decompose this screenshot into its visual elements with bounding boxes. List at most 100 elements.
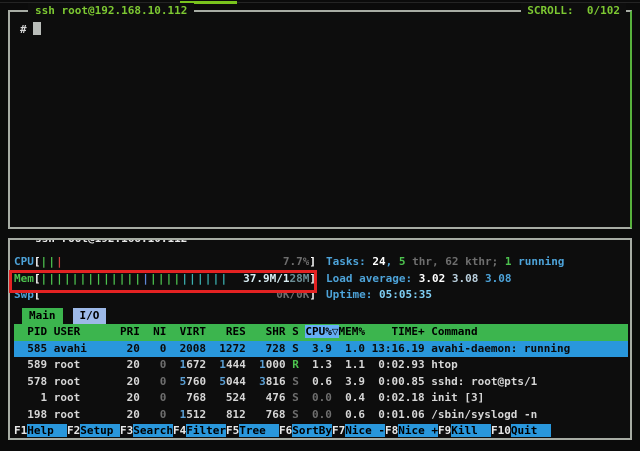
fkey-tree[interactable]: F5Tree: [226, 423, 279, 440]
fkey-number: F8: [385, 424, 398, 437]
fkey-kill[interactable]: F9Kill: [438, 423, 491, 440]
text-segment: 3.08: [445, 272, 478, 285]
text-segment: CPU%▽: [305, 325, 338, 338]
text-segment: MEM% TIME+ Command: [339, 325, 478, 338]
meter-close-bracket: ]: [309, 287, 316, 304]
text-segment: 0.0: [312, 408, 332, 421]
function-key-bar: F1Help F2Setup F3SearchF4FilterF5Tree F6…: [14, 423, 628, 440]
text-segment: 0: [146, 375, 166, 388]
process-row[interactable]: 198 root 20 0 1512 812 768 S 0.0 0.6 0:0…: [14, 407, 628, 424]
text-segment: PID USER PRI NI VIRT RES SHR S: [14, 325, 305, 338]
fkey-label: Nice +: [398, 424, 438, 437]
fkey-label: Kill: [451, 424, 491, 437]
process-table-header[interactable]: PID USER PRI NI VIRT RES SHR S CPU%▽MEM%…: [14, 324, 628, 341]
fkey-nice-minus[interactable]: F7Nice -: [332, 423, 385, 440]
text-segment: |||||||||||||: [41, 272, 143, 285]
fkey-label: Nice -: [345, 424, 385, 437]
meter-open-bracket: [: [34, 254, 41, 271]
text-segment: ,: [386, 255, 399, 268]
cpu-meter: CPU[|||7.7%]: [14, 254, 316, 271]
fkey-quit[interactable]: F10Quit: [491, 423, 551, 440]
process-row[interactable]: 585 avahi 20 0 2008 1272 728 S 3.9 1.0 1…: [14, 341, 628, 358]
text-segment: thr, 62 kthr;: [405, 255, 504, 268]
process-row[interactable]: 1 root 20 0 768 524 476 S 0.0 0.4 0:02.1…: [14, 390, 628, 407]
fkey-label: Help: [27, 424, 67, 437]
fkey-number: F4: [173, 424, 186, 437]
tab-io[interactable]: I/O: [73, 308, 107, 325]
stats-column: Tasks: 24, 5 thr, 62 kthr; 1 runningLoad…: [316, 254, 628, 304]
text-segment: 768 524 476: [166, 391, 292, 404]
htop-top-section: CPU[|||7.7%]Mem[||||||||||||||||||||||||…: [14, 254, 628, 304]
text-segment: 24: [372, 255, 385, 268]
fkey-number: F6: [279, 424, 292, 437]
process-row[interactable]: 578 root 20 0 5760 5044 3816 S 0.6 3.9 0…: [14, 374, 628, 391]
text-segment: 0: [146, 391, 166, 404]
fkey-number: F3: [120, 424, 133, 437]
text-segment: 0: [146, 408, 166, 421]
fkey-search[interactable]: F3Search: [120, 423, 173, 440]
fkey-label: Search: [133, 424, 173, 437]
text-segment: 0.4 0:02.18 init [3]: [332, 391, 484, 404]
text-segment: 0: [146, 358, 166, 371]
text-segment: S: [292, 408, 299, 421]
pane-htop-title: ssh root@192.168.10.112: [28, 238, 194, 247]
text-segment: 1: [259, 358, 266, 371]
text-segment: Tasks:: [326, 255, 372, 268]
text-segment: ||: [41, 255, 57, 268]
text-segment: 0.6 3.9 0:00.85 sshd: root@pts/1: [299, 375, 537, 388]
pane-shell[interactable]: ssh root@192.168.10.112 SCROLL: 0/102 #: [8, 10, 632, 229]
text-segment: 7.7%: [283, 255, 310, 268]
fkey-label: Tree: [239, 424, 279, 437]
text-segment: S: [292, 391, 299, 404]
text-segment: ||||||: [181, 272, 228, 285]
fkey-label: Quit: [511, 424, 551, 437]
pane-htop[interactable]: ssh root@192.168.10.112 CPU[|||7.7%]Mem[…: [8, 238, 632, 440]
htop-tabs: Main I/O: [14, 308, 628, 325]
text-segment: Mem: [14, 271, 34, 288]
meter-bars: |||: [41, 254, 64, 271]
tab-main[interactable]: Main: [22, 308, 63, 325]
text-segment: 0.0: [312, 391, 332, 404]
meter-bar-area: 0K/0K: [41, 287, 310, 304]
meter-close-bracket: ]: [309, 254, 316, 271]
text-segment: ||||: [150, 272, 181, 285]
text-segment: Swp: [14, 287, 34, 304]
text-segment: 0K/0K: [276, 288, 309, 301]
shell-prompt: #: [20, 23, 27, 36]
text-segment: [299, 408, 312, 421]
text-segment: 512 812 768: [186, 408, 292, 421]
text-segment: 578 root 20: [14, 375, 146, 388]
fkey-number: F10: [491, 424, 511, 437]
text-segment: S: [292, 375, 299, 388]
text-segment: [299, 391, 312, 404]
process-row[interactable]: 589 root 20 0 1672 1444 1000 R 1.3 1.1 0…: [14, 357, 628, 374]
fkey-number: F2: [67, 424, 80, 437]
uptime-line: Uptime: 05:05:35: [326, 287, 628, 304]
text-segment: 05:05:35: [379, 288, 432, 301]
fkey-number: F1: [14, 424, 27, 437]
pane-shell-title: ssh root@192.168.10.112: [28, 3, 194, 19]
fkey-nice-plus[interactable]: F8Nice +: [385, 423, 438, 440]
fkey-label: Setup: [80, 424, 120, 437]
text-segment: 585 avahi 20 0 2008 1272 728 S 3.9 1.0 1…: [14, 342, 570, 355]
meter-value: 7.7%: [283, 254, 310, 271]
fkey-setup[interactable]: F2Setup: [67, 423, 120, 440]
meter-open-bracket: [: [34, 271, 41, 288]
mem-meter: Mem[||||||||||||||||||||||||37.9M/128M]: [14, 271, 316, 288]
fkey-number: F9: [438, 424, 451, 437]
text-segment: [166, 375, 179, 388]
meter-value: 0K/0K: [276, 287, 309, 304]
text-segment: 37.9M/1: [243, 272, 289, 285]
tasks-line: Tasks: 24, 5 thr, 62 kthr; 1 running: [326, 254, 628, 271]
text-segment: |: [56, 255, 64, 268]
swap-meter: Swp[0K/0K]: [14, 287, 316, 304]
text-segment: 5: [219, 375, 226, 388]
fkey-sortby[interactable]: F6SortBy: [279, 423, 332, 440]
load-average-line: Load average: 3.02 3.08 3.08: [326, 271, 628, 288]
text-segment: 589 root 20: [14, 358, 146, 371]
fkey-filter[interactable]: F4Filter: [173, 423, 226, 440]
text-segment: running: [511, 255, 564, 268]
htop-content: CPU[|||7.7%]Mem[||||||||||||||||||||||||…: [10, 240, 630, 440]
fkey-number: F7: [332, 424, 345, 437]
fkey-help[interactable]: F1Help: [14, 423, 67, 440]
